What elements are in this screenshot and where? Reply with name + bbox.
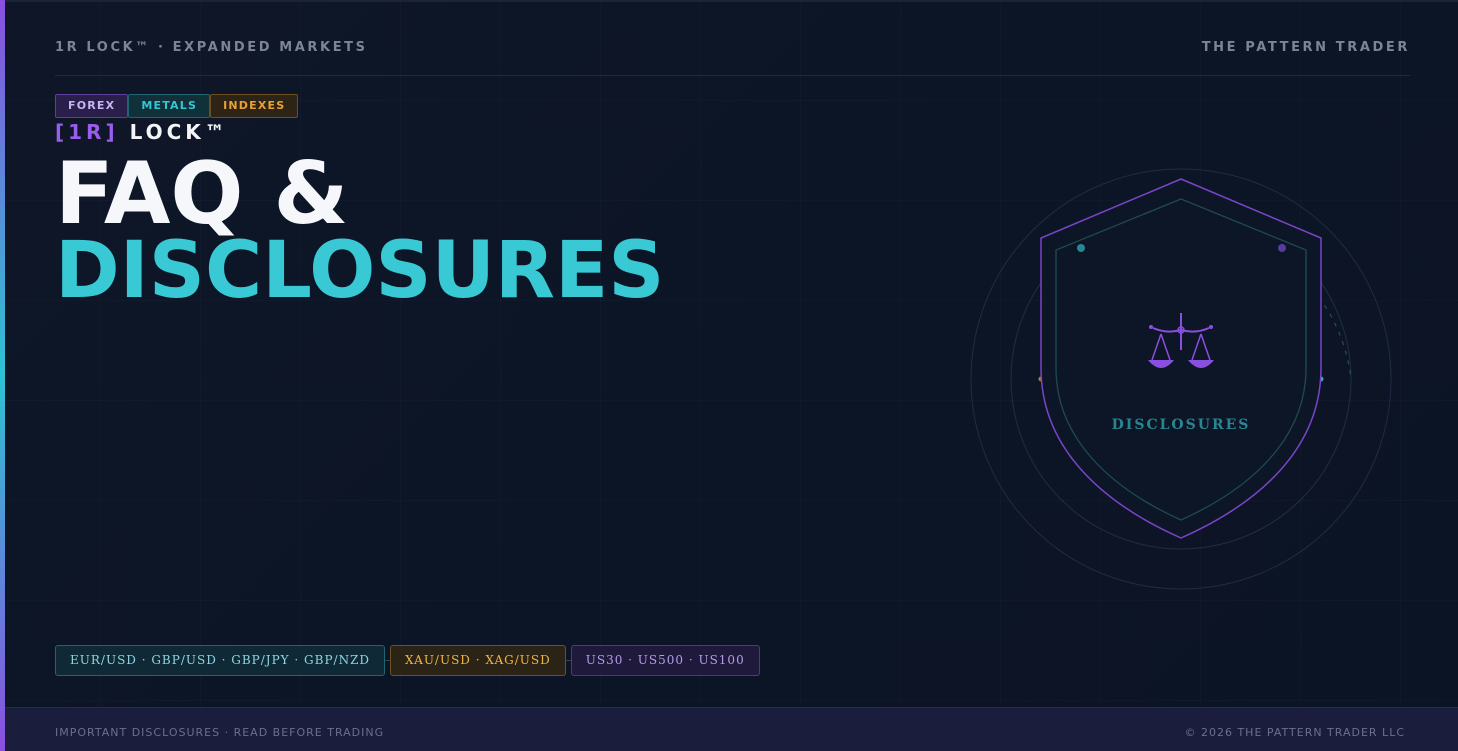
shield-emblem-graphic: DISCLOSURES [970,168,1392,590]
tag-indexes: INDEXES [210,94,299,118]
tag-metals: METALS [128,94,211,118]
pill-forex-pairs: EUR/USD · GBP/USD · GBP/JPY · GBP/NZD [55,645,386,676]
pill-metals-pairs: XAU/USD · XAG/USD [390,645,566,676]
footer-copyright: © 2026 THE PATTERN TRADER LLC [1184,726,1405,739]
product-brand: [1R] LOCK™ [55,120,229,144]
disclosures-emblem: DISCLOSURES [970,168,1392,590]
footer: IMPORTANT DISCLOSURES · READ BEFORE TRAD… [5,707,1458,751]
footer-disclaimer: IMPORTANT DISCLOSURES · READ BEFORE TRAD… [55,726,385,739]
pill-separator [565,660,571,661]
brand-word: LOCK™ [129,120,229,144]
header-company-label: THE PATTERN TRADER [1201,40,1410,55]
market-tags: FOREX METALS INDEXES [55,94,299,118]
page-title-line-2: DISCLOSURES [55,226,665,316]
pill-indexes-pairs: US30 · US500 · US100 [570,645,760,676]
emblem-label: DISCLOSURES [1112,417,1251,433]
header-product-label: 1R LOCK™ · EXPANDED MARKETS [55,40,368,55]
market-pills: EUR/USD · GBP/USD · GBP/JPY · GBP/NZD XA… [55,645,760,676]
tag-forex: FOREX [55,94,129,118]
brand-bracket: [1R] [55,120,119,144]
header: 1R LOCK™ · EXPANDED MARKETS THE PATTERN … [55,40,1410,76]
top-border [0,0,1458,2]
left-accent-bar [0,0,5,751]
